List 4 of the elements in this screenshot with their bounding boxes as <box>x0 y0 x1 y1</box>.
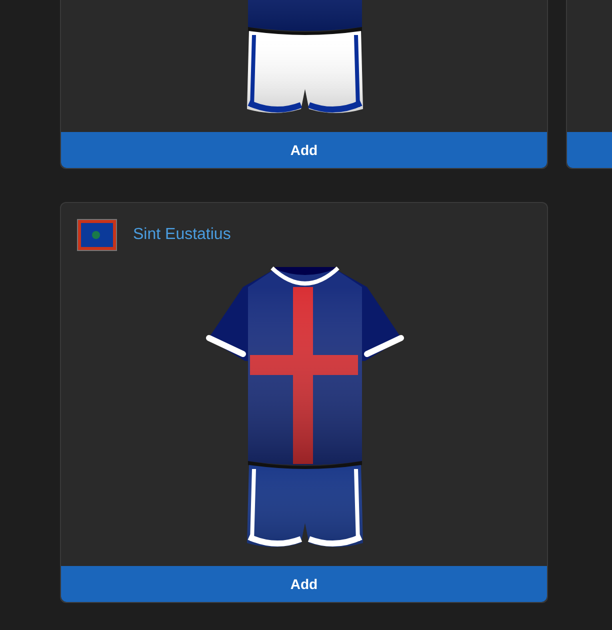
flag-icon <box>77 219 117 251</box>
add-button[interactable]: Add <box>61 132 547 168</box>
add-button[interactable]: Add <box>61 566 547 602</box>
country-name: Sint Eustatius <box>133 226 231 244</box>
